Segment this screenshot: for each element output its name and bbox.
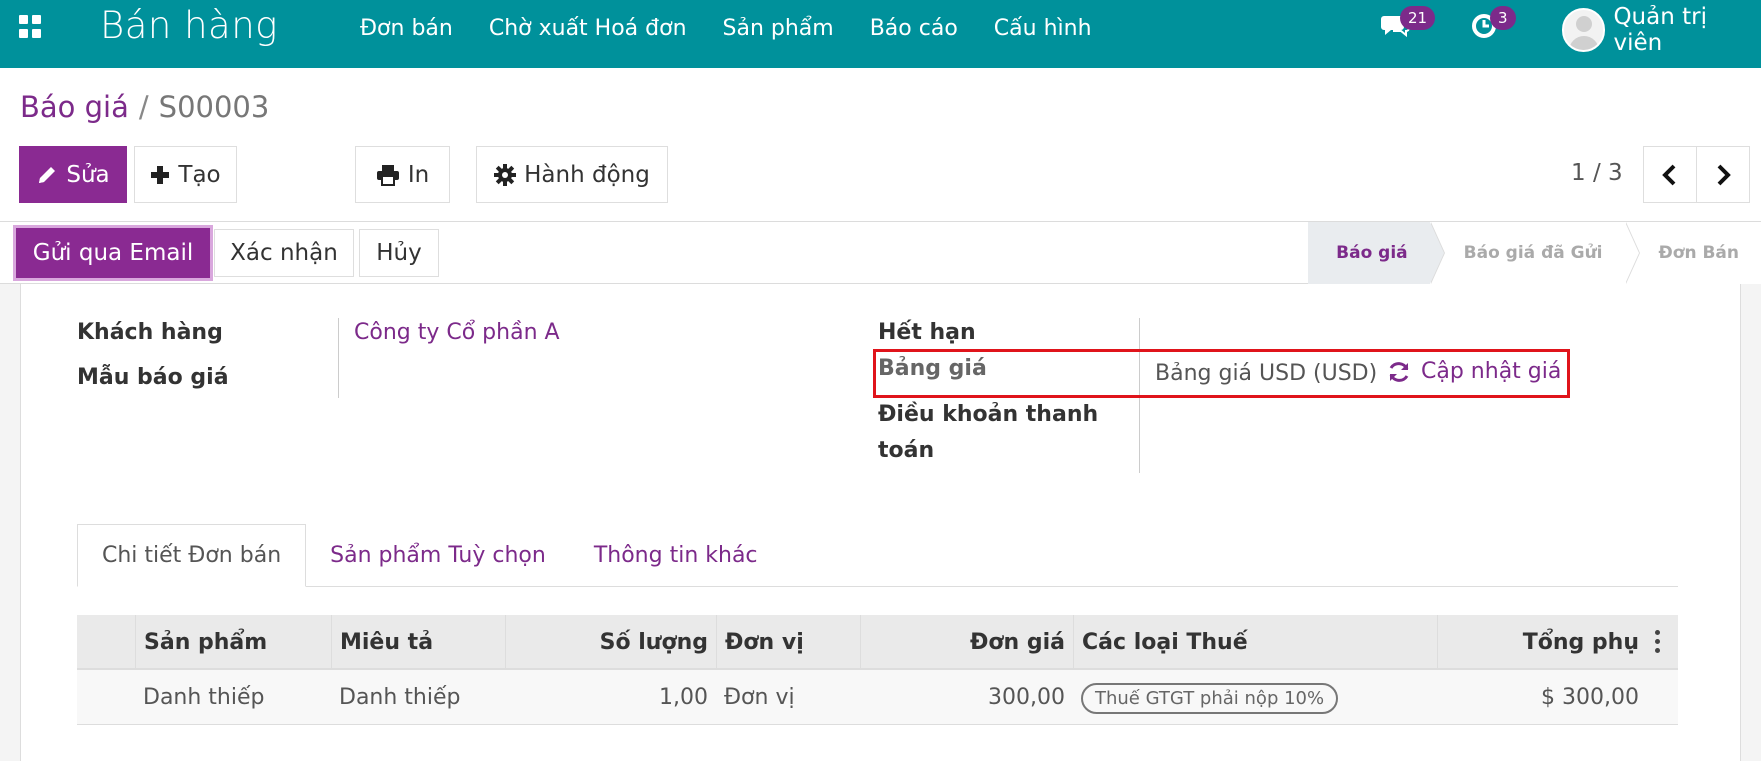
field-divider [338, 318, 339, 398]
menu-item-reporting[interactable]: Báo cáo [870, 16, 958, 41]
menu-item-configuration[interactable]: Cấu hình [994, 16, 1092, 41]
cell-taxes: Thuế GTGT phải nộp 10% [1073, 670, 1437, 725]
breadcrumb: Báo giá / S00003 [20, 90, 269, 124]
user-name: Quản trị viên [1613, 4, 1707, 56]
tab-other-info[interactable]: Thông tin khác [570, 524, 782, 587]
send-by-email-button[interactable]: Gửi qua Email [16, 228, 210, 278]
action-button[interactable]: Hành động [476, 146, 668, 203]
top-navbar: Bán hàng Đơn bán Chờ xuất Hoá đơn Sản ph… [0, 0, 1761, 68]
create-button-label: Tạo [178, 161, 221, 188]
user-menu[interactable]: Quản trị viên [1562, 4, 1761, 56]
optional-columns-icon[interactable] [1655, 630, 1661, 657]
expiry-label: Hết hạn [878, 320, 976, 345]
column-header-taxes[interactable]: Các loại Thuế [1073, 615, 1437, 670]
gear-icon [494, 163, 517, 186]
cell-product: Danh thiếp [143, 685, 265, 710]
messages-button[interactable]: 21 [1380, 6, 1436, 44]
activities-count-badge: 3 [1490, 6, 1516, 30]
pager-previous-button[interactable] [1643, 146, 1697, 203]
cell-unit-price: 300,00 [988, 685, 1065, 710]
column-header-description[interactable]: Miêu tả [331, 615, 505, 670]
customer-label: Khách hàng [77, 320, 223, 345]
menu-item-products[interactable]: Sản phẩm [723, 16, 834, 41]
chevron-right-icon [1717, 164, 1731, 185]
edit-button[interactable]: Sửa [19, 146, 127, 203]
tab-order-lines[interactable]: Chi tiết Đơn bán [77, 524, 307, 587]
tax-tag: Thuế GTGT phải nộp 10% [1081, 682, 1339, 714]
create-button[interactable]: Tạo [134, 146, 237, 203]
pager-value: 1 / 3 [1571, 160, 1623, 186]
pager-next-button[interactable] [1696, 146, 1750, 203]
cell-quantity: 1,00 [659, 685, 708, 710]
table-header: Sản phẩm Miêu tả Số lượng Đơn vị Đơn giá… [77, 615, 1678, 670]
breadcrumb-current: S00003 [158, 90, 270, 124]
breadcrumb-separator: / [138, 90, 149, 124]
column-header-uom[interactable]: Đơn vị [716, 615, 860, 670]
column-header-subtotal[interactable]: Tổng phụ [1437, 615, 1647, 670]
notebook-tabs: Chi tiết Đơn bán Sản phẩm Tuỳ chọn Thông… [77, 524, 1678, 587]
menu-item-orders[interactable]: Đơn bán [360, 16, 453, 41]
cell-uom: Đơn vị [724, 685, 795, 710]
quotation-template-label: Mẫu báo giá [77, 365, 229, 390]
status-step-quotation-sent[interactable]: Báo giá đã Gửi [1429, 222, 1640, 284]
chevron-left-icon [1662, 164, 1676, 185]
print-button-label: In [407, 161, 430, 188]
table-row[interactable]: Danh thiếp Danh thiếp 1,00 Đơn vị 300,00… [77, 670, 1678, 725]
cancel-button[interactable]: Hủy [359, 229, 439, 277]
activities-button[interactable]: 3 [1470, 6, 1516, 44]
pricelist-highlight-box [873, 349, 1570, 398]
menu-item-to-invoice[interactable]: Chờ xuất Hoá đơn [489, 16, 687, 41]
plus-icon [151, 165, 170, 184]
app-title: Bán hàng [100, 4, 278, 47]
messages-count-badge: 21 [1400, 6, 1436, 30]
action-button-label: Hành động [524, 161, 650, 188]
payment-terms-label-line2: toán [878, 438, 935, 463]
statusbar: Gửi qua Email Xác nhận Hủy Báo giá Báo g… [0, 222, 1761, 284]
column-header-unit-price[interactable]: Đơn giá [860, 615, 1073, 670]
status-step-quotation[interactable]: Báo giá [1308, 222, 1445, 284]
order-lines-table: Sản phẩm Miêu tả Số lượng Đơn vị Đơn giá… [77, 615, 1678, 725]
apps-menu-icon[interactable] [19, 15, 43, 39]
status-steps: Báo giá Báo giá đã Gửi Đơn Bán [1308, 222, 1761, 284]
tab-optional-products[interactable]: Sản phẩm Tuỳ chọn [306, 524, 570, 587]
column-header-product[interactable]: Sản phẩm [135, 615, 331, 670]
breadcrumb-quotations-link[interactable]: Báo giá [20, 90, 129, 124]
cell-subtotal: $ 300,00 [1541, 685, 1639, 710]
payment-terms-label: Điều khoản thanh [878, 402, 1099, 427]
cell-description: Danh thiếp [339, 685, 461, 710]
confirm-button[interactable]: Xác nhận [214, 229, 354, 277]
print-button[interactable]: In [355, 146, 450, 203]
customer-value[interactable]: Công ty Cổ phần A [354, 320, 560, 345]
edit-button-label: Sửa [66, 161, 110, 188]
avatar [1562, 8, 1606, 52]
pencil-icon [39, 166, 56, 183]
control-panel: Báo giá / S00003 Sửa Tạo In Hành động 1 … [0, 68, 1761, 222]
column-header-quantity[interactable]: Số lượng [505, 615, 716, 670]
print-icon [376, 164, 399, 186]
main-menu: Đơn bán Chờ xuất Hoá đơn Sản phẩm Báo cá… [360, 0, 1128, 56]
status-step-sales-order[interactable]: Đơn Bán [1624, 222, 1761, 284]
